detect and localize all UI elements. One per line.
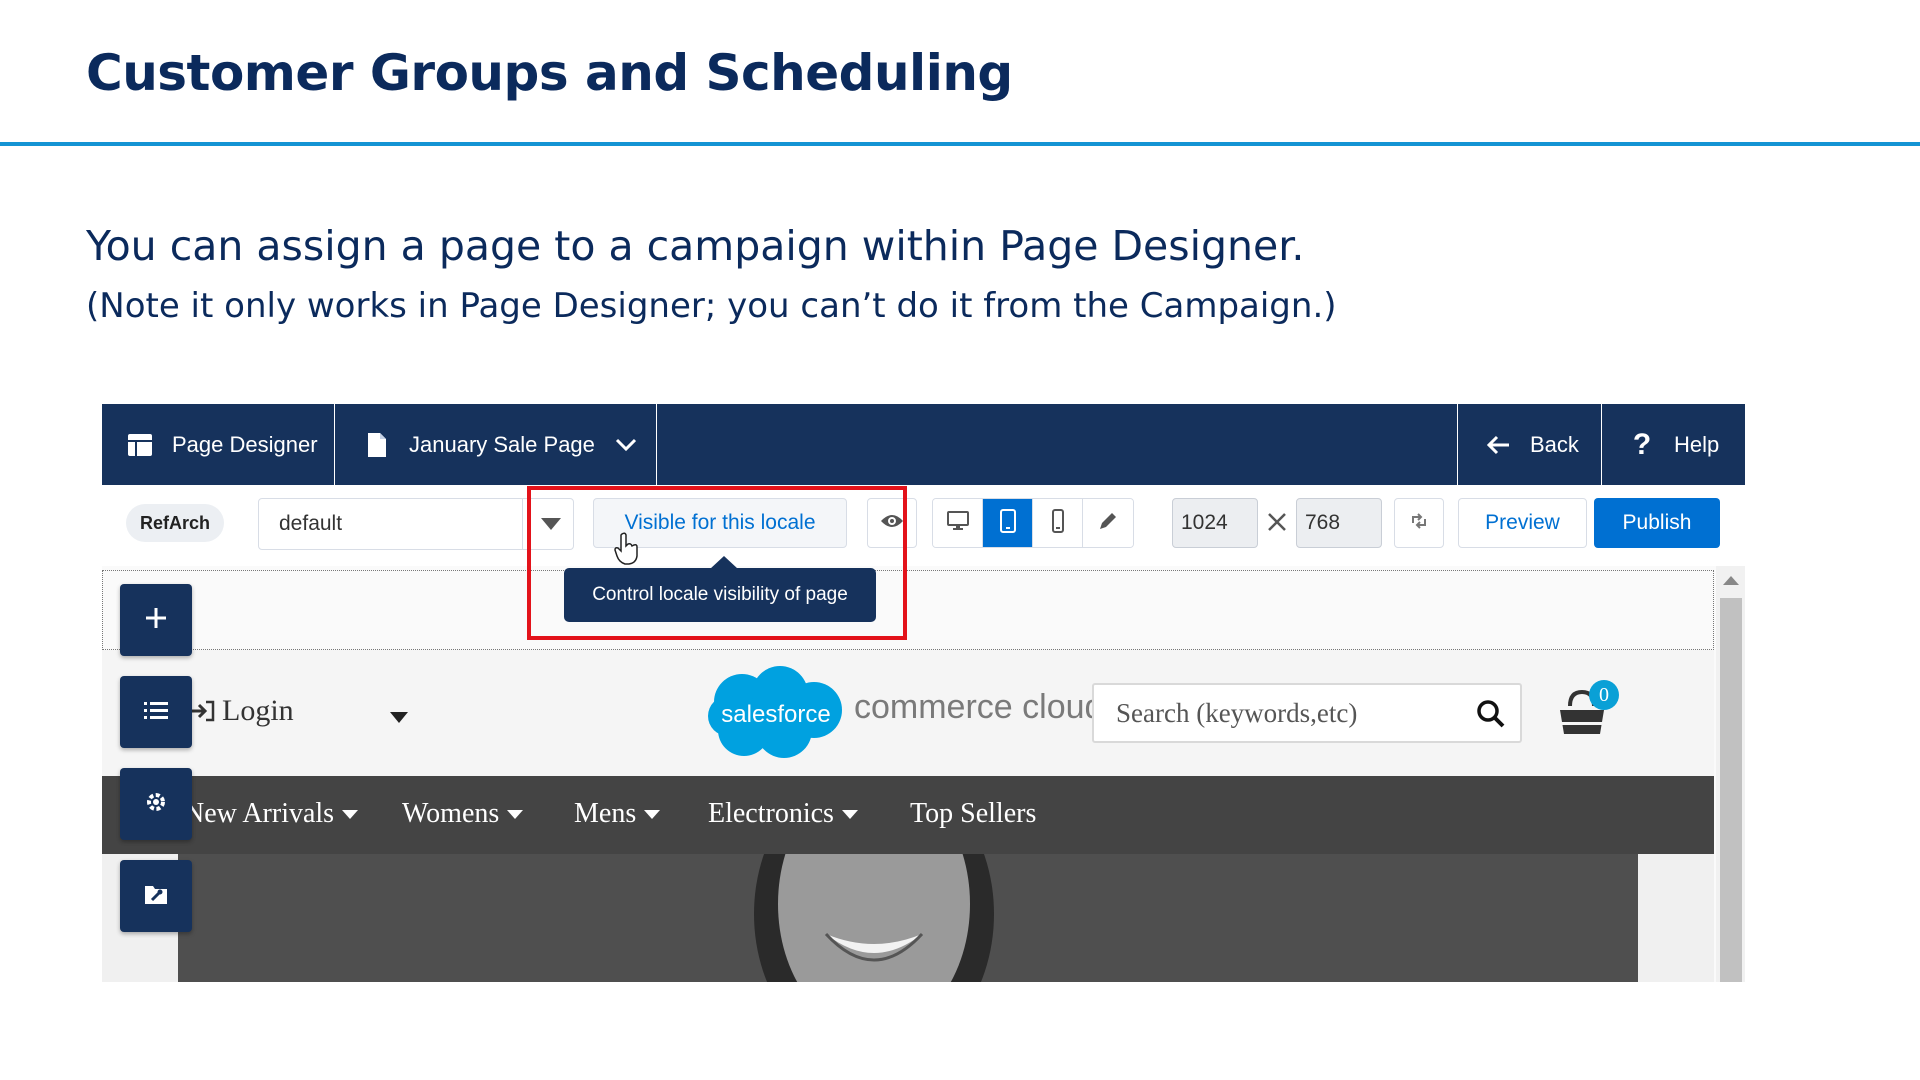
- caret-down-icon: [507, 809, 524, 819]
- nav-mens[interactable]: Mens: [574, 798, 661, 830]
- storefront-nav: New Arrivals Womens Mens Electronics Top…: [102, 776, 1714, 854]
- chevron-down-icon: [615, 438, 637, 452]
- login-link[interactable]: Login: [190, 694, 294, 728]
- plus-icon: [144, 606, 168, 635]
- scroll-up-icon[interactable]: [1723, 576, 1739, 585]
- page-designer-topbar: Page Designer January Sale Page Back ? H…: [102, 404, 1745, 485]
- red-highlight-box: [527, 486, 907, 640]
- gear-icon: [144, 790, 168, 819]
- page-designer-screenshot: Page Designer January Sale Page Back ? H…: [102, 404, 1745, 982]
- list-icon: [144, 700, 168, 725]
- add-component-button[interactable]: [120, 584, 192, 656]
- nav-electronics[interactable]: Electronics: [708, 798, 858, 830]
- slide-note: (Note it only works in Page Designer; yo…: [86, 286, 1337, 326]
- nav-womens[interactable]: Womens: [402, 798, 524, 830]
- canvas-scrollbar[interactable]: [1716, 566, 1745, 982]
- cart-count-badge: 0: [1589, 680, 1619, 710]
- page-name-label: January Sale Page: [409, 431, 595, 457]
- caret-down-icon: [841, 809, 858, 819]
- page-selector[interactable]: January Sale Page: [335, 404, 657, 485]
- logo-text: salesforce: [721, 701, 830, 728]
- site-pill: RefArch: [126, 504, 225, 542]
- login-icon: [190, 699, 216, 723]
- nav-top-sellers[interactable]: Top Sellers: [910, 798, 1036, 830]
- scroll-thumb[interactable]: [1720, 598, 1742, 982]
- nav-new-arrivals[interactable]: New Arrivals: [184, 798, 359, 830]
- caret-down-icon[interactable]: [390, 712, 408, 723]
- nav-label: New Arrivals: [184, 798, 335, 829]
- back-button[interactable]: Back: [1457, 404, 1602, 485]
- nav-label: Womens: [402, 798, 500, 829]
- height-input[interactable]: 768: [1296, 498, 1382, 548]
- select-divider: [522, 499, 523, 549]
- pencil-icon: [1097, 510, 1119, 537]
- search-placeholder: Search (keywords,etc): [1116, 697, 1358, 728]
- slide: Customer Groups and Scheduling You can a…: [0, 0, 1920, 1080]
- hand-cursor-icon: [614, 532, 640, 566]
- hero-banner: [178, 854, 1638, 982]
- locale-value: default: [279, 512, 343, 535]
- page-designer-menu[interactable]: Page Designer: [102, 404, 335, 485]
- designer-toolbar: RefArch default Visible for this locale: [102, 485, 1745, 566]
- mobile-icon: [1051, 508, 1065, 538]
- document-icon: [363, 431, 391, 459]
- desktop-view-button[interactable]: [933, 499, 983, 547]
- settings-button[interactable]: [120, 768, 192, 840]
- nav-label: Mens: [574, 798, 637, 829]
- drop-zone[interactable]: [102, 570, 1714, 650]
- login-label: Login: [222, 694, 294, 727]
- tablet-view-button[interactable]: [983, 499, 1033, 547]
- page-canvas: Login salesforce commerce cloud Search (…: [102, 566, 1716, 982]
- folder-wrench-icon: [144, 883, 168, 910]
- page-designer-label: Page Designer: [172, 431, 318, 457]
- search-icon[interactable]: [1476, 699, 1506, 736]
- salesforce-logo[interactable]: salesforce: [702, 664, 850, 764]
- custom-size-button[interactable]: [1083, 499, 1133, 547]
- tablet-icon: [999, 508, 1017, 538]
- arrow-left-icon: [1484, 431, 1512, 459]
- component-list-button[interactable]: [120, 676, 192, 748]
- slide-subtitle: You can assign a page to a campaign with…: [86, 222, 1305, 270]
- preview-button[interactable]: Preview: [1458, 498, 1587, 548]
- brand-text: commerce cloud: [854, 688, 1092, 726]
- desktop-icon: [946, 510, 969, 536]
- question-icon: ?: [1632, 427, 1652, 461]
- caret-down-icon: [644, 809, 661, 819]
- hero-image: [754, 854, 994, 982]
- publish-button[interactable]: Publish: [1594, 498, 1720, 548]
- device-toggle-group: [932, 498, 1134, 548]
- nav-label: Top Sellers: [910, 798, 1037, 829]
- mobile-view-button[interactable]: [1033, 499, 1083, 547]
- rotate-button[interactable]: [1394, 498, 1444, 548]
- back-label: Back: [1530, 431, 1579, 457]
- times-icon: [1264, 507, 1290, 537]
- width-input[interactable]: 1024: [1172, 498, 1258, 548]
- storefront-header: Login salesforce commerce cloud Search (…: [102, 650, 1714, 776]
- layout-icon: [126, 431, 154, 459]
- title-divider: [0, 142, 1920, 146]
- swap-icon: [1409, 511, 1429, 536]
- page-settings-button[interactable]: [120, 860, 192, 932]
- storefront-search-input[interactable]: Search (keywords,etc): [1092, 683, 1522, 743]
- help-button[interactable]: ? Help: [1602, 404, 1745, 485]
- slide-title: Customer Groups and Scheduling: [86, 44, 1013, 102]
- caret-down-icon: [342, 809, 359, 819]
- nav-label: Electronics: [708, 798, 834, 829]
- help-label: Help: [1674, 431, 1720, 457]
